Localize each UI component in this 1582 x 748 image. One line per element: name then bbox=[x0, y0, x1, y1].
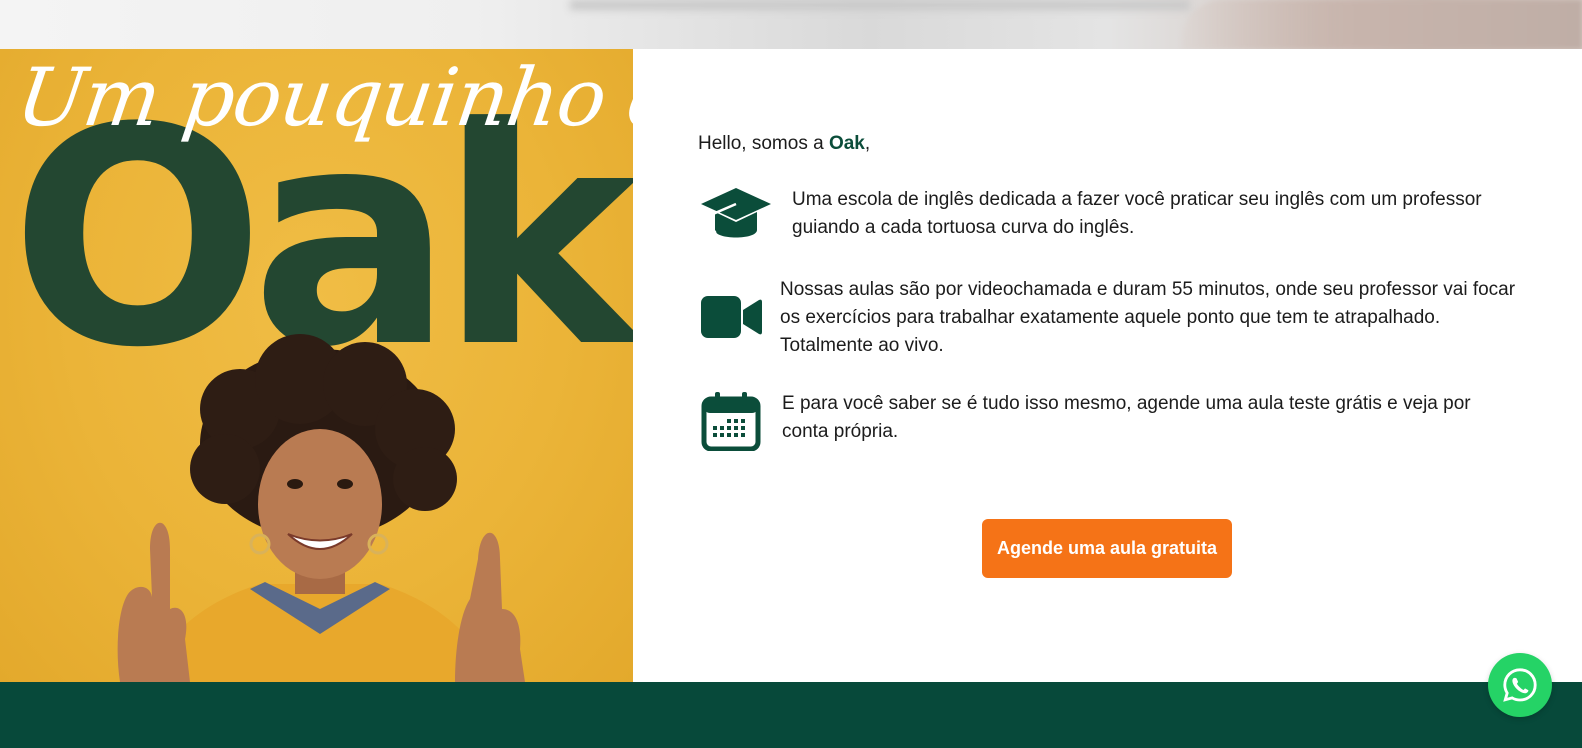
hero-script-title: Um pouquinho da bbox=[11, 51, 633, 144]
feature-item-school: Uma escola de inglês dedicada a fazer vo… bbox=[699, 186, 1519, 248]
blurred-background bbox=[570, 0, 1190, 10]
calendar-icon bbox=[699, 390, 763, 452]
schedule-free-class-button[interactable]: Agende uma aula gratuita bbox=[982, 519, 1232, 578]
about-section: Hello, somos a Oak, Uma escola de inglês… bbox=[633, 49, 1582, 682]
brand-name: Oak bbox=[828, 133, 865, 154]
feature-text: E para você saber se é tudo isso mesmo, … bbox=[782, 393, 1471, 442]
blurred-background-photo bbox=[1182, 0, 1582, 49]
video-camera-icon bbox=[699, 276, 763, 358]
footer-band bbox=[0, 682, 1582, 748]
whatsapp-icon bbox=[1503, 668, 1537, 702]
greeting-suffix: , bbox=[864, 133, 871, 154]
greeting-prefix: Hello, somos a bbox=[698, 133, 829, 154]
feature-item-video-classes: Nossas aulas são por videochamada e dura… bbox=[699, 276, 1519, 360]
feature-item-free-trial: E para você saber se é tudo isso mesmo, … bbox=[699, 390, 1519, 452]
graduation-cap-icon bbox=[699, 186, 773, 248]
top-banner-strip bbox=[0, 0, 1582, 49]
intro-greeting: Hello, somos a Oak, bbox=[698, 133, 870, 155]
whatsapp-button[interactable] bbox=[1488, 653, 1552, 717]
hero-image: Oak Um pouquinho da bbox=[0, 49, 633, 682]
feature-text: Uma escola de inglês dedicada a fazer vo… bbox=[792, 189, 1482, 238]
feature-text: Nossas aulas são por videochamada e dura… bbox=[780, 279, 1516, 356]
